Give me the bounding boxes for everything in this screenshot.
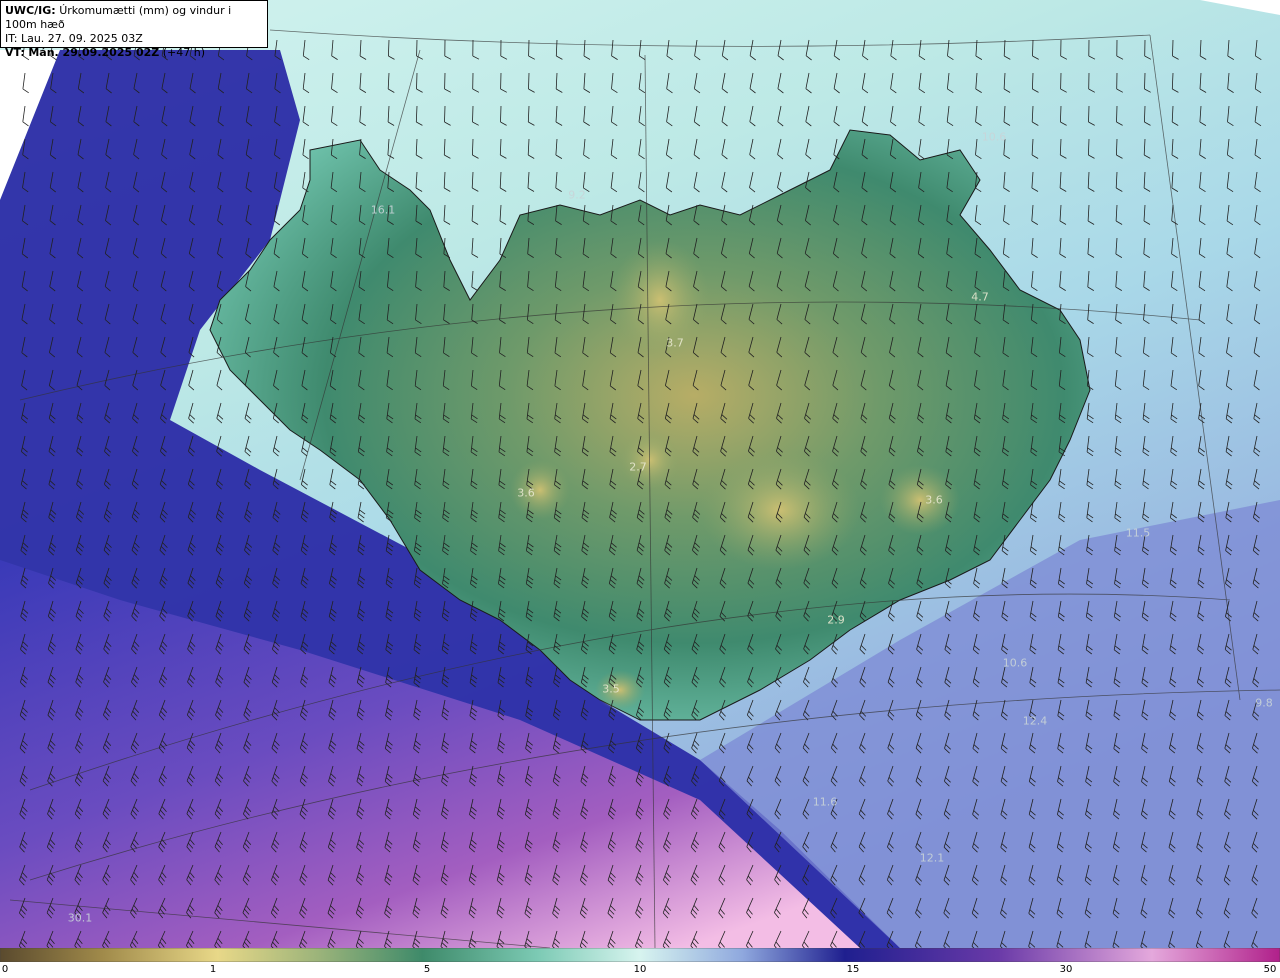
colorbar-tick: 0 [1, 964, 9, 975]
forecast-map: 16.1 9.2 10.6 4.7 3.7 2.7 3.6 3.6 11.5 2… [0, 0, 1280, 978]
map-header: UWC/IG: Úrkomumætti (mm) og vindur i 100… [0, 0, 268, 59]
value-label: 3.5 [602, 682, 620, 696]
colorbar-tick: 50 [1263, 964, 1277, 975]
colorbar-tick: 1 [209, 964, 217, 975]
value-label: 3.6 [925, 493, 943, 507]
valid-prefix: VT: [5, 46, 25, 59]
colorbar-labels: 0 1 5 10 15 30 50 [0, 962, 1280, 978]
value-label: 11.6 [812, 795, 838, 809]
lead-time: (+47 h) [162, 46, 206, 59]
colorbar [0, 948, 1280, 962]
map-canvas [0, 0, 1280, 948]
value-label: 9.8 [1255, 696, 1273, 710]
value-label: 16.1 [370, 203, 396, 217]
value-label: 30.1 [67, 911, 93, 925]
colorbar-tick: 30 [1059, 964, 1073, 975]
value-label: 4.7 [971, 290, 989, 304]
colorbar-tick: 15 [846, 964, 860, 975]
value-label: 3.7 [666, 336, 684, 350]
value-label: 12.4 [1022, 714, 1048, 728]
value-label: 2.9 [827, 613, 845, 627]
value-label: 10.6 [1002, 656, 1028, 670]
value-label: 3.6 [517, 486, 535, 500]
value-label: 12.1 [919, 851, 945, 865]
value-label: 10.6 [981, 130, 1007, 144]
colorbar-tick: 5 [423, 964, 431, 975]
value-label: 2.7 [629, 460, 647, 474]
issue-time: IT: Lau. 27. 09. 2025 03Z [5, 32, 143, 45]
value-label: 9.2 [568, 188, 586, 202]
model-name: UWC/IG: [5, 4, 56, 17]
value-label: 11.5 [1125, 526, 1151, 540]
valid-time: Mán. 29.09.2025 02Z [28, 46, 160, 59]
colorbar-tick: 10 [633, 964, 647, 975]
